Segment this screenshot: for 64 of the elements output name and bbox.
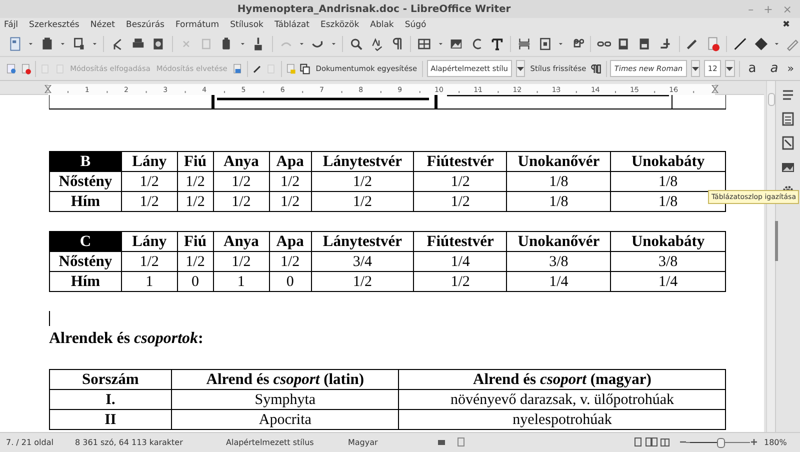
table-header-cell: Unokanővér: [506, 152, 611, 172]
row-header-cell: Hím: [50, 272, 122, 292]
table-cell: Symphyta: [171, 390, 399, 410]
table-cell: 1/2: [414, 192, 507, 212]
row-header-cell: Hím: [50, 192, 122, 212]
table-header-cell: Lány: [121, 232, 178, 252]
table-cell: növényevő darazsak, v. ülőpotrohúak: [398, 390, 726, 410]
table-cell: 3/4: [311, 252, 414, 272]
table-cell: 1: [121, 272, 178, 292]
table-cell: 1/2: [414, 172, 507, 192]
table-cell: 1/8: [506, 192, 611, 212]
table-cell: 1/4: [506, 272, 611, 292]
table-cell: 1/4: [610, 272, 726, 292]
table-cell: 1/2: [311, 172, 414, 192]
table-header-cell: Apa: [269, 232, 312, 252]
table-cell: I.: [50, 390, 172, 410]
table-header-cell: Apa: [269, 152, 312, 172]
table-cell: 1/2: [213, 172, 270, 192]
table-cell: 1: [213, 272, 270, 292]
table-cell: 1/2: [414, 272, 507, 292]
table-cell: 0: [177, 272, 214, 292]
table-cell: 1/2: [121, 192, 178, 212]
table-header-cell: Alrend és csoport (magyar): [398, 370, 726, 390]
table-cell: 1/2: [121, 252, 178, 272]
table-header-cell: Unokabáty: [610, 152, 726, 172]
table-header-cell: Fiú: [177, 152, 214, 172]
table-header-cell: Unokanővér: [506, 232, 611, 252]
table-header-cell: Anya: [213, 232, 270, 252]
table-cell: II: [50, 410, 172, 430]
row-header-cell: Nőstény: [50, 252, 122, 272]
table-cell: 1/2: [311, 272, 414, 292]
word-count: 8 361 szó, 64 113 karakter: [75, 438, 183, 447]
table-cell: 0: [269, 272, 312, 292]
table-cell: 1/2: [177, 192, 214, 212]
table-cell: 1/2: [121, 172, 178, 192]
table-header-cell: C: [50, 232, 122, 252]
table-cell: 1/2: [213, 192, 270, 212]
table-cell: 1/2: [177, 172, 214, 192]
table-cell: 1/2: [177, 252, 214, 272]
table-cell: 1/2: [213, 252, 270, 272]
table-header-cell: Alrend és csoport (latin): [171, 370, 399, 390]
section-heading: Alrendek és csoportok:: [49, 330, 204, 349]
row-header-cell: Nőstény: [50, 172, 122, 192]
table-cell: 3/8: [610, 252, 726, 272]
table-header-cell: Lánytestvér: [311, 152, 414, 172]
table-header-cell: Lánytestvér: [311, 232, 414, 252]
table-cell: 3/8: [506, 252, 611, 272]
table-header-cell: Unokabáty: [610, 232, 726, 252]
table-header-cell: Sorszám: [50, 370, 172, 390]
table-header-cell: B: [50, 152, 122, 172]
table-header-cell: Fiútestvér: [414, 152, 507, 172]
table-cell: 1/8: [506, 172, 611, 192]
table-header-cell: Lány: [121, 152, 178, 172]
table-header-cell: Fiú: [177, 232, 214, 252]
table-header-cell: Fiútestvér: [414, 232, 507, 252]
table-cell: nyelespotrohúak: [398, 410, 726, 430]
window-title: Hymenoptera_Andrisnak.doc - LibreOffice Writer: [236, 4, 512, 14]
table-header-cell: Anya: [213, 152, 270, 172]
table-cell: 1/2: [269, 252, 312, 272]
table-cell: 1/2: [269, 192, 312, 212]
table-cell: Apocrita: [171, 410, 399, 430]
table-cell: 1/4: [414, 252, 507, 272]
table-cell: 1/2: [311, 192, 414, 212]
table-cell: 1/2: [269, 172, 312, 192]
